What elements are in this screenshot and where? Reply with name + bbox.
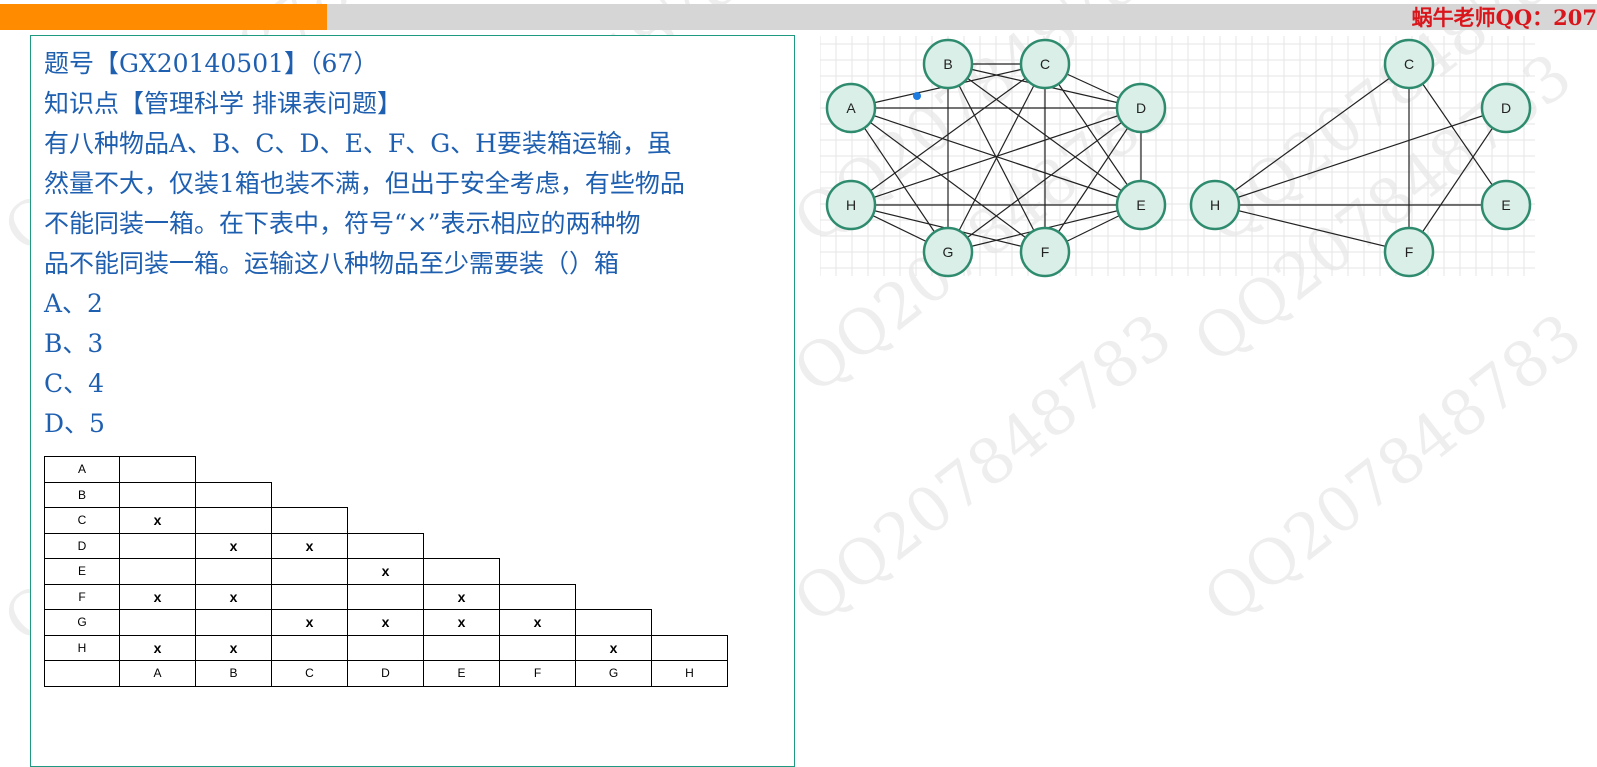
contact-label: 蜗牛老师QQ：207 [1411, 5, 1597, 30]
top-bar [0, 4, 1597, 30]
column-header: H [651, 660, 728, 687]
matrix-cell [575, 609, 652, 636]
column-header: B [195, 660, 272, 687]
matrix-cell [195, 481, 272, 508]
conflict-mark: x [195, 532, 272, 559]
matrix-cell [271, 634, 348, 661]
matrix-cell [119, 481, 196, 508]
graph1-node-label: H [846, 197, 856, 213]
matrix-cell [195, 609, 272, 636]
matrix-cell [347, 583, 424, 610]
graph1-node-label: F [1041, 244, 1050, 260]
progress-bar [0, 4, 328, 30]
graph1-node-label: B [943, 56, 952, 72]
matrix-cell [347, 634, 424, 661]
matrix-cell [119, 609, 196, 636]
graph-canvas: A B C D E F G H C D E F H [819, 36, 1535, 278]
row-header: H [44, 634, 120, 661]
option-c[interactable]: C、4 [44, 364, 794, 404]
graph2-node-label: E [1501, 197, 1510, 213]
graph1-node-label: A [846, 100, 856, 116]
conflict-mark: x [347, 558, 424, 585]
graph1-node-label: C [1040, 56, 1050, 72]
question-text-line: 品不能同装一箱。运输这八种物品至少需要装（）箱 [44, 249, 620, 278]
graph1-node-label: G [943, 244, 954, 260]
matrix-cell [271, 558, 348, 585]
conflict-mark: x [347, 609, 424, 636]
column-header: F [499, 660, 576, 687]
conflict-mark: x [499, 609, 576, 636]
conflict-mark: x [423, 583, 500, 610]
graph1-node-label: E [1136, 197, 1145, 213]
matrix-cell [347, 532, 424, 559]
question-id: 题号【GX20140501】（67） [44, 49, 379, 78]
conflict-mark: x [119, 583, 196, 610]
row-header: C [44, 507, 120, 534]
option-a[interactable]: A、2 [44, 284, 794, 324]
conflict-mark: x [119, 507, 196, 534]
question-panel: 题号【GX20140501】（67） 知识点【管理科学 排课表问题】 有八种物品… [44, 44, 794, 444]
matrix-cell [195, 558, 272, 585]
matrix-cell [271, 583, 348, 610]
question-text-line: 有八种物品A、B、C、D、E、F、G、H要装箱运输，虽 [44, 129, 672, 158]
graph2-edge [1408, 63, 1507, 206]
matrix-cell [195, 507, 272, 534]
option-b[interactable]: B、3 [44, 324, 794, 364]
column-header: A [119, 660, 196, 687]
graph1-node-label: D [1136, 100, 1146, 116]
graph1-edge [1044, 63, 1142, 206]
conflict-mark: x [271, 609, 348, 636]
column-header: E [423, 660, 500, 687]
matrix-cell [499, 583, 576, 610]
column-header: C [271, 660, 348, 687]
matrix-cell [119, 456, 196, 483]
graph2-node-label: D [1501, 100, 1511, 116]
matrix-cell [119, 558, 196, 585]
matrix-cell [119, 532, 196, 559]
conflict-mark: x [195, 583, 272, 610]
matrix-cell [271, 507, 348, 534]
conflict-mark: x [271, 532, 348, 559]
graph2-edge [1408, 107, 1507, 253]
graph2-node-label: F [1405, 244, 1414, 260]
option-d[interactable]: D、5 [44, 404, 794, 444]
watermark-text: QQ207848783 [780, 298, 1185, 638]
matrix-cell [423, 558, 500, 585]
conflict-mark: x [423, 609, 500, 636]
conflict-mark: x [195, 634, 272, 661]
column-header: D [347, 660, 424, 687]
graph-area: A B C D E F G H C D E F H [819, 36, 1540, 285]
matrix-cell [499, 634, 576, 661]
graph1-edge [1044, 107, 1142, 253]
row-header: G [44, 609, 120, 636]
question-topic: 知识点【管理科学 排课表问题】 [44, 89, 402, 118]
row-header: A [44, 456, 120, 483]
watermark-text: QQ207848783 [1190, 298, 1595, 638]
row-header: E [44, 558, 120, 585]
matrix-cell [423, 634, 500, 661]
row-header: B [44, 481, 120, 508]
column-header: G [575, 660, 652, 687]
matrix-cell [651, 634, 728, 661]
corner-cell [44, 660, 120, 687]
cursor-dot [913, 92, 921, 100]
graph2-node-label: C [1404, 56, 1414, 72]
question-text-line: 然量不大，仅装1箱也装不满，但出于安全考虑，有些物品 [44, 169, 685, 198]
row-header: F [44, 583, 120, 610]
conflict-mark: x [575, 634, 652, 661]
graph2-node-label: H [1210, 197, 1220, 213]
question-text-line: 不能同装一箱。在下表中，符号“×”表示相应的两种物 [44, 209, 641, 238]
conflict-mark: x [119, 634, 196, 661]
row-header: D [44, 532, 120, 559]
